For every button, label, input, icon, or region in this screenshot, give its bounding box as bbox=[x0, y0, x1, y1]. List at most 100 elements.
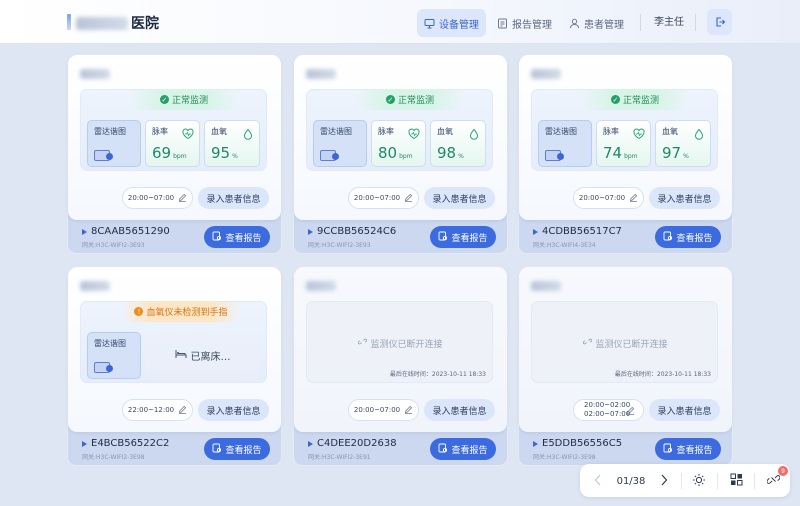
next-page-button[interactable] bbox=[656, 473, 672, 489]
disconnected-text: 监测仪已断开连接 bbox=[595, 339, 668, 350]
monitor-time-button[interactable]: 20:00~02:00 02:00~07:00 bbox=[573, 399, 644, 421]
enter-patient-button[interactable]: 录入患者信息 bbox=[424, 187, 495, 209]
grid-icon bbox=[730, 473, 743, 489]
device-card: ✓ 正常监测 雷达谐图 脉率 80 bpm 血氧 98% 20:00~07:00 录入患… bbox=[293, 54, 508, 254]
pulse-unit: bpm bbox=[399, 153, 413, 160]
edit-icon bbox=[404, 405, 413, 416]
gateway-text: 网关:H3C-WIFI2-3E93 bbox=[82, 242, 145, 249]
nav-label: 设备管理 bbox=[439, 19, 479, 31]
sun-icon bbox=[692, 473, 706, 490]
pulse-value: 74 bbox=[603, 144, 623, 162]
monitor-panel: 监测仪已断开连接 最后在线时间：2023-10-11 18:33 bbox=[531, 301, 718, 383]
spo2-unit: % bbox=[683, 153, 689, 160]
card-body: ✓ 正常监测 雷达谐图 脉率 69 bpm 血氧 95% 20:00~07:00 录入患… bbox=[68, 55, 281, 220]
radar-tile[interactable]: 雷达谐图 bbox=[87, 120, 141, 167]
check-icon: ✓ bbox=[610, 95, 620, 104]
divider bbox=[681, 473, 682, 489]
monitor-time-button[interactable]: 20:00~07:00 bbox=[348, 399, 419, 421]
card-body: ✓ 正常监测 雷达谐图 脉率 74 bpm 血氧 97% 20:00~07:00 录入患… bbox=[519, 55, 732, 220]
spo2-label: 血氧 bbox=[437, 127, 453, 136]
radar-icon bbox=[94, 150, 113, 161]
warning-badge: ! 血氧仪未检测到手指 bbox=[121, 301, 241, 322]
monitor-time-button[interactable]: 22:00~12:00 bbox=[122, 399, 193, 421]
prev-page-button[interactable] bbox=[590, 473, 606, 489]
status-badge: ✓ 正常监测 bbox=[129, 89, 239, 110]
brightness-button[interactable] bbox=[690, 472, 708, 490]
radar-label: 雷达谐图 bbox=[94, 339, 126, 348]
heart-icon bbox=[408, 125, 420, 140]
radar-tile[interactable]: 雷达谐图 bbox=[538, 120, 592, 167]
monitor-icon bbox=[424, 18, 435, 29]
check-icon: ✓ bbox=[385, 95, 395, 104]
device-card: ✓ 正常监测 雷达谐图 脉率 69 bpm 血氧 95% 20:00~07:00 录入患… bbox=[67, 54, 282, 254]
report-icon bbox=[438, 231, 448, 244]
logout-button[interactable] bbox=[707, 9, 732, 35]
pulse-unit: bpm bbox=[624, 153, 638, 160]
monitor-panel: ✓ 正常监测 雷达谐图 脉率 74 bpm 血氧 97% bbox=[531, 89, 718, 171]
spo2-tile: 血氧 95% bbox=[204, 120, 260, 167]
user-icon bbox=[569, 18, 580, 29]
bed-icon bbox=[175, 349, 187, 362]
hospital-name-redacted bbox=[76, 16, 128, 30]
layout-button[interactable] bbox=[727, 472, 745, 490]
spo2-label: 血氧 bbox=[662, 127, 678, 136]
view-report-label: 查看报告 bbox=[225, 445, 262, 456]
view-report-label: 查看报告 bbox=[451, 233, 488, 244]
notification-badge: 9 bbox=[778, 466, 788, 476]
user-name[interactable]: 李主任 bbox=[654, 9, 684, 37]
nav-device-management[interactable]: 设备管理 bbox=[417, 9, 486, 37]
view-report-button[interactable]: 查看报告 bbox=[655, 226, 721, 248]
disconnect-alerts-button[interactable]: 9 bbox=[764, 466, 788, 490]
monitor-time-button[interactable]: 20:00~07:00 bbox=[122, 187, 193, 209]
device-sn: E4BCB56522C2 bbox=[82, 438, 169, 449]
monitor-time: 20:00~07:00 bbox=[353, 194, 401, 202]
patient-name-redacted bbox=[531, 69, 561, 79]
radar-tile[interactable]: 雷达谐图 bbox=[87, 332, 141, 379]
gateway-text: 网关:H3C-WIFI2-3E91 bbox=[308, 454, 371, 461]
radar-label: 雷达谐图 bbox=[94, 127, 126, 136]
enter-patient-button[interactable]: 录入患者信息 bbox=[649, 399, 720, 421]
monitor-time-1: 20:00~02:00 bbox=[584, 401, 631, 409]
nav-patient-management[interactable]: 患者管理 bbox=[562, 9, 631, 37]
card-body: 监测仪已断开连接 最后在线时间：2023-10-11 18:33 20:00~0… bbox=[519, 267, 732, 432]
card-body: ✓ 正常监测 雷达谐图 脉率 80 bpm 血氧 98% 20:00~07:00 录入患… bbox=[294, 55, 507, 220]
pulse-tile: 脉率 74 bpm bbox=[596, 120, 651, 167]
hospital-name: 医院 bbox=[76, 13, 159, 33]
link-broken-icon bbox=[358, 337, 368, 349]
view-report-button[interactable]: 查看报告 bbox=[204, 438, 270, 460]
spo2-unit: % bbox=[232, 153, 238, 160]
drop-icon bbox=[468, 125, 480, 140]
gateway-text: 网关:H3C-WIFI4-3E34 bbox=[533, 242, 596, 249]
view-report-button[interactable]: 查看报告 bbox=[204, 226, 270, 248]
enter-patient-button[interactable]: 录入患者信息 bbox=[198, 399, 269, 421]
view-report-button[interactable]: 查看报告 bbox=[430, 226, 496, 248]
monitor-panel: 监测仪已断开连接 最后在线时间：2023-10-11 18:33 bbox=[306, 301, 493, 383]
divider bbox=[640, 14, 641, 31]
device-sn: E5DDB56556C5 bbox=[533, 438, 622, 449]
device-sn: 8CAAB5651290 bbox=[82, 226, 170, 237]
gateway-text: 网关:H3C-WIFI2-3E98 bbox=[82, 454, 145, 461]
monitor-time: 22:00~12:00 bbox=[127, 406, 175, 414]
card-body: 监测仪已断开连接 最后在线时间：2023-10-11 18:33 20:00~0… bbox=[294, 267, 507, 432]
pulse-unit: bpm bbox=[173, 153, 187, 160]
edit-icon bbox=[178, 405, 187, 416]
spo2-tile: 血氧 97% bbox=[655, 120, 711, 167]
patient-name-redacted bbox=[80, 69, 110, 79]
edit-icon bbox=[404, 193, 413, 204]
enter-patient-button[interactable]: 录入患者信息 bbox=[649, 187, 720, 209]
monitor-time-button[interactable]: 20:00~07:00 bbox=[573, 187, 644, 209]
status-text: 正常监测 bbox=[171, 96, 208, 106]
check-icon: ✓ bbox=[159, 95, 169, 104]
pulse-tile: 脉率 80 bpm bbox=[371, 120, 426, 167]
divider bbox=[717, 473, 718, 489]
enter-patient-button[interactable]: 录入患者信息 bbox=[198, 187, 269, 209]
divider bbox=[695, 14, 696, 31]
radar-tile[interactable]: 雷达谐图 bbox=[313, 120, 367, 167]
monitor-time-button[interactable]: 20:00~07:00 bbox=[348, 187, 419, 209]
spo2-unit: % bbox=[458, 153, 464, 160]
view-report-button[interactable]: 查看报告 bbox=[655, 438, 721, 460]
enter-patient-button[interactable]: 录入患者信息 bbox=[424, 399, 495, 421]
nav-report-management[interactable]: 报告管理 bbox=[490, 9, 559, 37]
view-report-button[interactable]: 查看报告 bbox=[430, 438, 496, 460]
divider bbox=[754, 473, 755, 489]
